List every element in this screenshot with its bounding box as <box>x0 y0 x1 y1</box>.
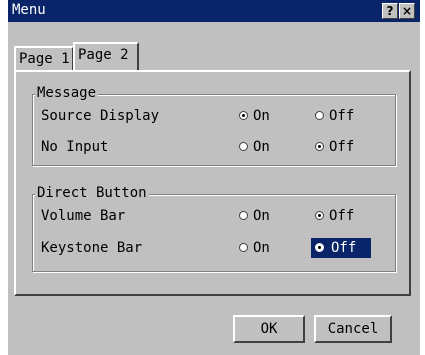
menu-window: Menu ? × Page 1 Page 2 Message Source Di… <box>8 0 420 355</box>
radio-dot <box>315 243 324 252</box>
volume-bar-on-radio[interactable]: On <box>239 207 270 225</box>
source-display-label: Source Display <box>41 108 160 124</box>
radio-dot <box>315 142 324 151</box>
volume-bar-off-radio[interactable]: Off <box>315 207 354 225</box>
title-bar: Menu ? × <box>8 0 420 22</box>
no-input-on-radio[interactable]: On <box>239 138 270 156</box>
tab-panel: Message Source Display On Off No Input O… <box>14 70 411 296</box>
tab-page-2[interactable]: Page 2 <box>73 42 139 70</box>
radio-dot <box>239 243 248 252</box>
source-display-off-radio[interactable]: Off <box>315 107 354 125</box>
help-button[interactable]: ? <box>382 3 398 19</box>
radio-dot <box>315 211 324 220</box>
tab-page-1[interactable]: Page 1 <box>14 46 74 70</box>
no-input-off-radio[interactable]: Off <box>315 138 354 156</box>
keystone-bar-on-radio[interactable]: On <box>239 239 270 257</box>
radio-dot <box>239 211 248 220</box>
direct-button-group: Direct Button Volume Bar On Off Keystone… <box>32 184 396 272</box>
keystone-bar-label: Keystone Bar <box>41 240 143 256</box>
radio-dot <box>239 111 248 120</box>
source-display-on-radio[interactable]: On <box>239 107 270 125</box>
message-group: Message Source Display On Off No Input O… <box>32 84 396 166</box>
direct-button-group-title: Direct Button <box>35 184 149 202</box>
volume-bar-label: Volume Bar <box>41 208 126 224</box>
no-input-label: No Input <box>41 139 109 155</box>
keystone-bar-off-radio[interactable]: Off <box>311 238 371 258</box>
cancel-button[interactable]: Cancel <box>314 315 392 343</box>
window-title: Menu <box>12 2 46 18</box>
message-group-title: Message <box>35 84 99 102</box>
close-button[interactable]: × <box>399 3 415 19</box>
radio-dot <box>315 111 324 120</box>
radio-dot <box>239 142 248 151</box>
ok-button[interactable]: OK <box>233 315 305 343</box>
